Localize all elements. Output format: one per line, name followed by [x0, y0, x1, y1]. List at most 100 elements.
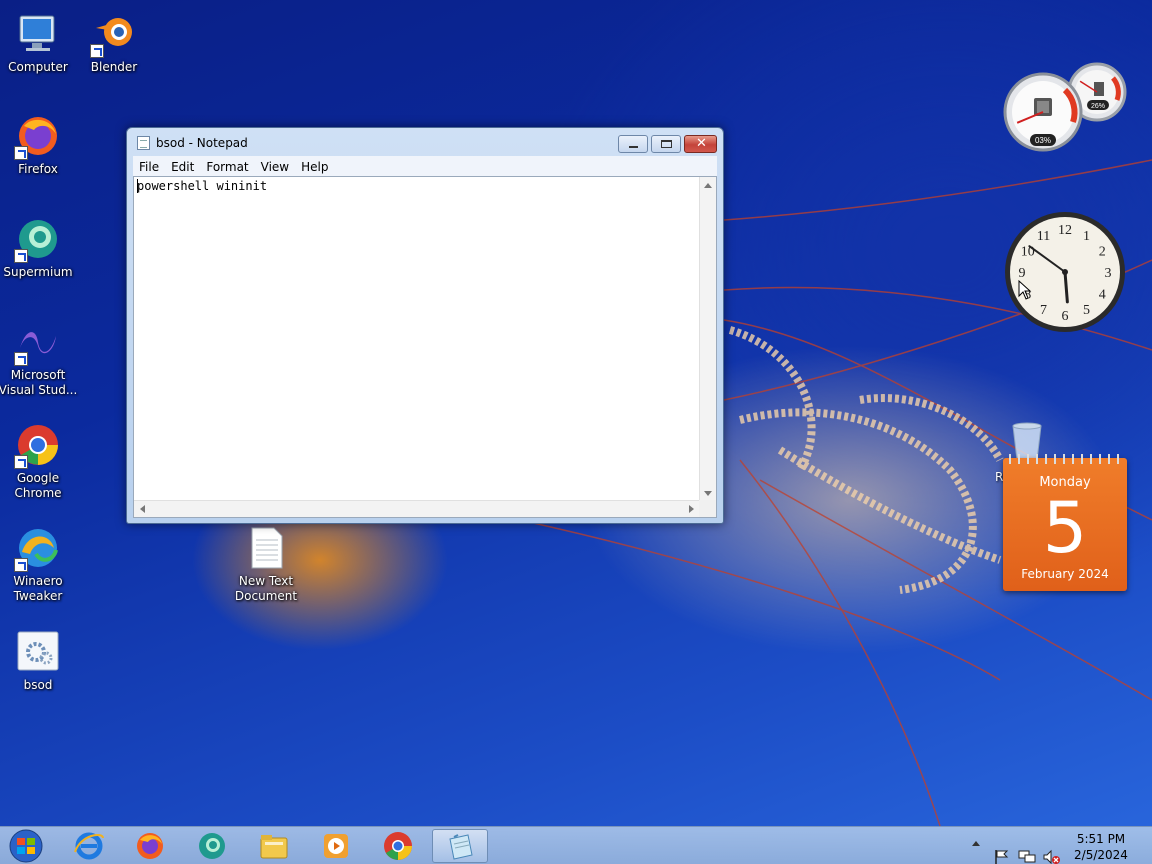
- visual-studio-icon: [14, 318, 62, 366]
- desktop-icon-label: Firefox: [18, 162, 58, 176]
- text-caret: [137, 179, 138, 193]
- memory-percent: 26%: [1091, 103, 1105, 110]
- desktop-icon-label: New Text Document: [234, 574, 298, 603]
- desktop-icon-winaero-tweaker[interactable]: Winaero Tweaker: [0, 524, 78, 604]
- desktop-icon-label: Microsoft Visual Stud...: [0, 368, 78, 397]
- show-hidden-icons-chevron-icon[interactable]: [972, 841, 980, 846]
- clock-number: 5: [1083, 303, 1090, 318]
- scroll-left-icon[interactable]: [140, 505, 145, 513]
- folder-icon: [260, 835, 288, 859]
- mouse-cursor-icon: [1018, 280, 1032, 300]
- taskbar: 5:51 PM 2/5/2024: [0, 826, 1152, 864]
- taskbar-internet-explorer[interactable]: [62, 829, 118, 863]
- maximize-icon: [661, 140, 672, 148]
- computer-icon: [14, 10, 62, 58]
- menu-bar: File Edit Format View Help: [133, 156, 717, 176]
- desktop-icon-supermium[interactable]: Supermium: [0, 215, 78, 280]
- clock-number: 9: [1019, 266, 1026, 281]
- calendar-gadget[interactable]: Monday 5 February 2024: [1003, 454, 1127, 591]
- taskbar-clock[interactable]: 5:51 PM 2/5/2024: [1062, 831, 1140, 863]
- desktop-icon-firefox[interactable]: Firefox: [0, 112, 78, 177]
- cpu-meter-gadget[interactable]: 03% 26%: [1003, 62, 1127, 154]
- taskbar-file-explorer[interactable]: [247, 829, 303, 863]
- blender-icon: [90, 10, 138, 58]
- desktop-icon-new-text-document[interactable]: New Text Document: [226, 524, 306, 604]
- resize-grip[interactable]: [699, 500, 716, 517]
- desktop-icon-computer[interactable]: Computer: [0, 10, 78, 75]
- desktop-icon-visual-studio[interactable]: Microsoft Visual Stud...: [0, 318, 78, 398]
- maximize-button[interactable]: [651, 135, 681, 153]
- supermium-icon: [14, 215, 62, 263]
- clock-number: 6: [1062, 309, 1069, 324]
- notepad-icon: [137, 136, 150, 150]
- calendar-rings: [1009, 454, 1121, 464]
- horizontal-scrollbar[interactable]: [134, 500, 700, 517]
- desktop-icon-label: bsod: [23, 678, 53, 692]
- taskbar-notepad[interactable]: [432, 829, 488, 863]
- minimize-icon: [629, 146, 638, 148]
- network-icon[interactable]: [1018, 838, 1036, 864]
- menu-format[interactable]: Format: [200, 158, 254, 176]
- desktop-icon-label: Google Chrome: [14, 471, 62, 500]
- scroll-right-icon[interactable]: [689, 505, 694, 513]
- taskbar-supermium[interactable]: [185, 829, 241, 863]
- taskbar-media-player[interactable]: [309, 829, 365, 863]
- taskbar-firefox[interactable]: [123, 829, 179, 863]
- clock-gadget[interactable]: 12 1 2 3 4 5 6 7 8 9 10 11: [1003, 210, 1127, 334]
- menu-edit[interactable]: Edit: [165, 158, 200, 176]
- notepad-icon: [449, 834, 473, 860]
- shortcut-arrow-icon: [14, 249, 28, 263]
- desktop-icon-google-chrome[interactable]: Google Chrome: [0, 421, 78, 501]
- notepad-window[interactable]: bsod - Notepad ✕ File Edit Format View Help …: [126, 127, 724, 524]
- calendar-day: 5: [1042, 487, 1088, 569]
- taskbar-chrome[interactable]: [371, 829, 427, 863]
- clock-number: 2: [1099, 245, 1106, 260]
- desktop-icon-label: Winaero Tweaker: [13, 574, 63, 603]
- shortcut-arrow-icon: [14, 146, 28, 160]
- editor-content: powershell wininit: [137, 179, 268, 193]
- clock-number: 4: [1099, 288, 1106, 303]
- minimize-button[interactable]: [618, 135, 648, 153]
- chrome-icon: [384, 832, 412, 860]
- supermium-icon: [199, 833, 225, 859]
- internet-explorer-icon: [74, 832, 104, 860]
- batch-file-gear-icon: [14, 628, 62, 676]
- clock-number: 11: [1037, 229, 1050, 244]
- action-center-flag-icon[interactable]: [994, 838, 1010, 864]
- menu-view[interactable]: View: [255, 158, 295, 176]
- media-player-icon: [324, 834, 348, 858]
- desktop-icon-bsod[interactable]: bsod: [0, 628, 78, 693]
- calendar-month-year: February 2024: [1021, 567, 1109, 581]
- menu-file[interactable]: File: [133, 158, 165, 176]
- shortcut-arrow-icon: [14, 558, 28, 572]
- cpu-percent: 03%: [1035, 136, 1051, 145]
- taskbar-time: 5:51 PM: [1076, 832, 1126, 846]
- shortcut-arrow-icon: [14, 455, 28, 469]
- notepad-titlebar[interactable]: bsod - Notepad ✕: [127, 128, 723, 156]
- menu-help[interactable]: Help: [295, 158, 334, 176]
- firefox-icon: [137, 833, 163, 859]
- desktop-icon-label: Blender: [90, 60, 138, 74]
- desktop-icon-label: Computer: [8, 60, 68, 74]
- start-button[interactable]: [4, 828, 48, 864]
- desktop-icon-label: Supermium: [3, 265, 73, 279]
- winaero-tweaker-icon: [14, 524, 62, 572]
- clock-number: 10: [1021, 245, 1035, 260]
- close-button[interactable]: ✕: [684, 135, 717, 153]
- window-title: bsod - Notepad: [156, 136, 248, 150]
- clock-number: 12: [1058, 223, 1072, 238]
- text-document-icon: [242, 524, 290, 572]
- text-editor[interactable]: powershell wininit: [133, 176, 717, 518]
- close-icon: ✕: [696, 136, 707, 151]
- clock-number: 1: [1083, 229, 1090, 244]
- volume-muted-icon[interactable]: [1043, 838, 1061, 864]
- desktop-icon-blender[interactable]: Blender: [74, 10, 154, 75]
- clock-number: 7: [1040, 303, 1047, 318]
- firefox-icon: [14, 112, 62, 160]
- scroll-up-icon[interactable]: [704, 183, 712, 188]
- scroll-down-icon[interactable]: [704, 491, 712, 496]
- chrome-icon: [14, 421, 62, 469]
- taskbar-date: 2/5/2024: [1074, 848, 1128, 862]
- vertical-scrollbar[interactable]: [699, 177, 716, 502]
- clock-number: 3: [1105, 266, 1112, 281]
